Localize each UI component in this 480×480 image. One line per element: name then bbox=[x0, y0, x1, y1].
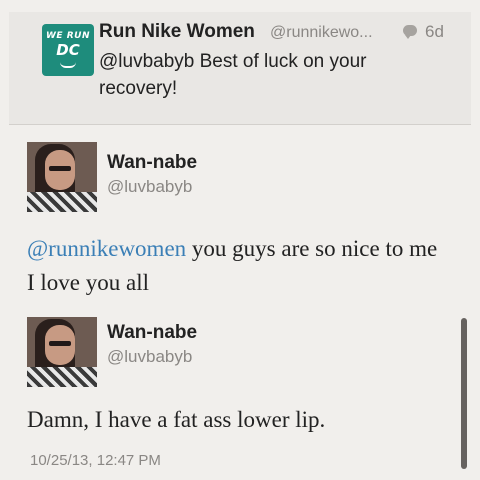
reply-text: @luvbabyb Best of luck on your recovery! bbox=[99, 51, 367, 99]
reply-author-handle[interactable]: @runnikewo... bbox=[270, 24, 373, 42]
speech-bubble-icon bbox=[403, 25, 417, 39]
mention-link[interactable]: @runnikewomen bbox=[27, 236, 186, 261]
tweet2-author-handle[interactable]: @luvbabyb bbox=[107, 347, 192, 367]
tweet1-author-handle[interactable]: @luvbabyb bbox=[107, 177, 192, 197]
tweet2-author-name[interactable]: Wan-nabe bbox=[107, 322, 197, 344]
run-nike-women-logo[interactable]: WE RUN DC bbox=[42, 24, 94, 76]
reply-author-name[interactable]: Run Nike Women bbox=[99, 21, 255, 43]
reply-time: 6d bbox=[425, 22, 444, 41]
tweet2-timestamp: 10/25/13, 12:47 PM bbox=[30, 452, 161, 469]
tweet2-text: Damn, I have a fat ass lower lip. bbox=[27, 407, 326, 432]
tweet1-author-name[interactable]: Wan-nabe bbox=[107, 152, 197, 174]
avatar[interactable] bbox=[27, 142, 97, 212]
scrollbar[interactable] bbox=[461, 318, 467, 469]
avatar[interactable] bbox=[27, 317, 97, 387]
logo-text-top: WE RUN bbox=[46, 31, 90, 41]
tweet1-text: @runnikewomen you guys are so nice to me… bbox=[27, 232, 447, 300]
logo-text-main: DC bbox=[56, 41, 80, 59]
swoosh-icon bbox=[60, 62, 76, 68]
